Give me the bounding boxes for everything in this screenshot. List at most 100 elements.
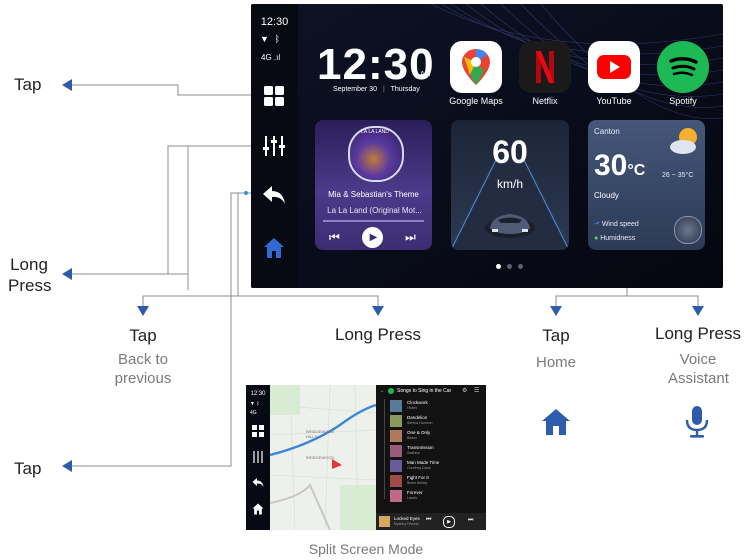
day-text: Thursday (390, 86, 420, 93)
date-separator: | (382, 86, 385, 93)
network-label: 4G (261, 53, 272, 62)
spotify-label: Spotify (669, 96, 697, 106)
page-dot-active[interactable] (496, 264, 501, 269)
page-indicator[interactable] (496, 264, 523, 269)
song-row[interactable]: Dandelion Serena Harrison (390, 414, 480, 428)
humidity-label: Humidness (600, 235, 636, 242)
album-title-text: LA LA LAND (361, 129, 389, 135)
playlist-title: Songs to Sing in the Car (397, 388, 452, 394)
song-artist: Brave Ashley (407, 481, 428, 485)
wifi-icon: ▼ (260, 34, 269, 44)
microphone-icon (685, 406, 709, 438)
song-row[interactable]: Forever Lewdo (390, 489, 480, 503)
home-long-press-desc: Voice Assistant (643, 350, 745, 388)
youtube-icon (588, 41, 640, 93)
progress-bar[interactable] (323, 220, 424, 222)
playlist-menu-icon[interactable]: ☰ (474, 387, 479, 394)
song-row[interactable]: Clockwork Hozier (390, 399, 480, 413)
split-network: 4G (250, 410, 257, 416)
split-status-icons: ▼ ᛒ (250, 401, 260, 407)
song-title: Dandelion (407, 415, 428, 420)
track-subtitle: La La Land (Original Mot... (327, 206, 422, 215)
split-back-icon[interactable] (252, 477, 264, 488)
song-title: Clockwork (407, 400, 428, 405)
next-icon[interactable]: ⏭ (468, 517, 473, 524)
now-playing-art (379, 516, 390, 527)
song-row[interactable]: Man Made Time Courtney Davis (390, 459, 480, 473)
wind-row: ⬏ Wind speed (594, 220, 639, 228)
clock-ampm: AM (420, 71, 431, 78)
wind-label: Wind speed (601, 221, 639, 228)
playlist-back-icon[interactable]: ← (380, 388, 385, 394)
netflix-icon (519, 41, 571, 93)
temp-value: 30 (594, 149, 628, 182)
date-text: September 30 (333, 86, 377, 93)
status-icons: ▼ ᛒ (260, 34, 290, 44)
back-long-press-label: Long Press (335, 325, 421, 344)
playlist-settings-icon[interactable]: ⚙ (462, 387, 467, 394)
app-spotify[interactable] (657, 41, 709, 93)
page-dot[interactable] (507, 264, 512, 269)
prev-icon[interactable]: ⏮ (426, 517, 431, 524)
music-card[interactable]: LA LA LAND Mia & Sebastian's Theme La La… (315, 120, 432, 250)
back-button[interactable] (260, 181, 288, 209)
playlist-spotify-icon (388, 388, 394, 394)
song-artist: Courtney Davis (407, 466, 431, 470)
wind-icon: ⬏ (594, 221, 600, 228)
now-playing-title: Locked Eyes (394, 516, 420, 521)
split-grid-icon[interactable] (252, 425, 264, 437)
settings-button[interactable] (260, 132, 288, 160)
playlist-header: ← Songs to Sing in the Car (380, 388, 451, 394)
tap-label-bottom: Tap (14, 459, 42, 478)
split-screen-thumbnail: 12:30 ▼ ᛒ 4G BRIDGEWOOD HILLS BRIDGEWOOD (246, 385, 486, 530)
app-youtube[interactable] (588, 41, 640, 93)
weather-gauge (674, 216, 702, 244)
weather-city: Canton (594, 127, 620, 136)
page-dot[interactable] (518, 264, 523, 269)
song-row[interactable]: Transmission Sadface (390, 444, 480, 458)
home-nav-icon (264, 238, 284, 258)
car-icon (485, 214, 535, 238)
speed-card: 60 km/h (451, 120, 569, 250)
split-home-icon[interactable] (252, 503, 264, 515)
back-tap-group: Tap Back to previous (103, 326, 183, 388)
tap-label-top: Tap (14, 75, 42, 94)
now-playing-bar[interactable]: Locked Eyes Mystery Friends ⏮ ▶ ⏭ (376, 513, 486, 530)
song-title: Transmission (407, 445, 434, 450)
youtube-label: YouTube (596, 96, 632, 106)
split-equalizer-icon[interactable] (252, 451, 264, 463)
song-artist: Sadface (407, 451, 420, 455)
song-row[interactable]: Fight For It Brave Ashley (390, 474, 480, 488)
app-netflix[interactable] (519, 41, 571, 93)
spotify-icon (657, 41, 709, 93)
home-button[interactable] (260, 234, 288, 262)
previous-button[interactable]: ⏮ (329, 230, 340, 245)
play-button[interactable]: ▶ (362, 227, 383, 248)
play-circle-icon[interactable]: ▶ (443, 516, 455, 528)
voice-assistant-text: Voice Assistant (668, 351, 729, 387)
playlist-scrollbar[interactable] (384, 399, 385, 499)
song-artist: Hozier (407, 406, 418, 410)
humidity-row: ● Humidness (594, 235, 635, 242)
back-arrow-icon (263, 186, 285, 204)
back-tap-label: Tap (129, 326, 157, 345)
next-button[interactable]: ⏭ (405, 230, 416, 245)
google-maps-icon (450, 41, 502, 93)
split-status-time: 12:30 (250, 391, 266, 397)
weather-condition: Cloudy (594, 191, 619, 200)
home-tap-label: Tap (542, 326, 570, 345)
home-long-press-group: Long Press Voice Assistant (643, 324, 745, 388)
app-google-maps[interactable] (450, 41, 506, 93)
song-title: Forever (407, 490, 423, 495)
home-icon (542, 409, 570, 435)
home-long-press-label: Long Press (655, 324, 741, 343)
cloudy-sun-icon (670, 128, 697, 154)
app-grid-button[interactable] (260, 82, 288, 110)
humidity-icon: ● (594, 235, 599, 242)
song-row[interactable]: One & Only Beaux (390, 429, 480, 443)
weather-card[interactable]: Canton 30°C 26 ~ 35°C Cloudy ⬏ Wind spee… (588, 120, 705, 250)
equalizer-icon (263, 136, 285, 156)
track-title: Mia & Sebastian's Theme (328, 190, 419, 199)
sidebar: 12:30 ▼ ᛒ 4G .ıl (251, 4, 298, 288)
home-tap-group: Tap Home (516, 326, 596, 372)
